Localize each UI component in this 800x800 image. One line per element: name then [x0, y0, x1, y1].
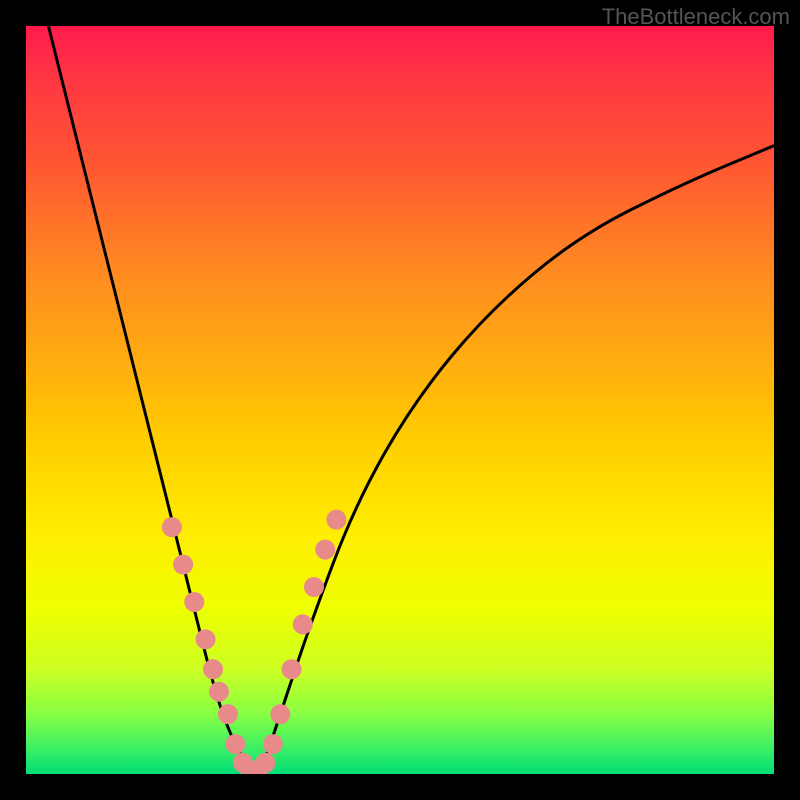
highlight-marker [304, 577, 324, 597]
highlight-marker [209, 682, 229, 702]
watermark-text: TheBottleneck.com [602, 4, 790, 30]
highlight-marker [315, 540, 335, 560]
highlight-marker [263, 734, 283, 754]
plot-area [26, 26, 774, 774]
highlight-marker [184, 592, 204, 612]
curve-svg [26, 26, 774, 774]
highlight-marker [162, 517, 182, 537]
marker-group [162, 510, 347, 774]
highlight-marker [173, 555, 193, 575]
highlight-marker [293, 614, 313, 634]
bottleneck-curve [48, 26, 774, 774]
highlight-marker [196, 629, 216, 649]
curve-group [48, 26, 774, 774]
highlight-marker [270, 704, 290, 724]
highlight-marker [225, 734, 245, 754]
highlight-marker [255, 753, 275, 773]
highlight-marker [203, 659, 223, 679]
highlight-marker [282, 659, 302, 679]
highlight-marker [326, 510, 346, 530]
chart-container: TheBottleneck.com [0, 0, 800, 800]
highlight-marker [218, 704, 238, 724]
